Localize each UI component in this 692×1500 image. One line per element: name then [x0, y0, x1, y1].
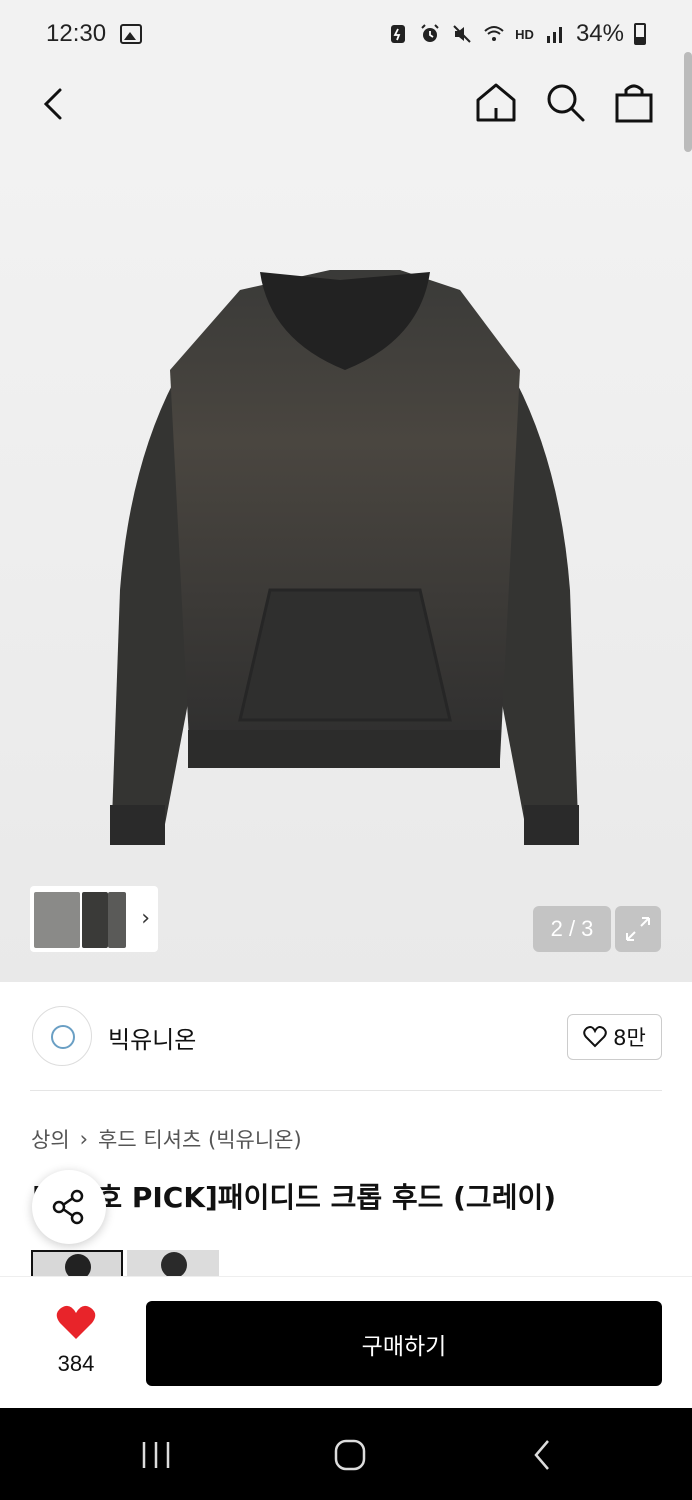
hoodie-image [110, 270, 579, 845]
share-icon[interactable] [32, 1170, 106, 1244]
home-button-icon[interactable] [330, 1438, 370, 1472]
product-image-gallery[interactable]: › 2 / 3 [0, 140, 692, 982]
breadcrumb-category[interactable]: 상의 [31, 1124, 70, 1154]
thumbnail-image[interactable] [82, 892, 108, 948]
brand-name[interactable]: 빅유니온 [108, 1020, 196, 1055]
battery-saver-icon [391, 25, 406, 43]
expand-icon[interactable] [615, 906, 661, 952]
status-time: 12:30 [46, 20, 107, 47]
back-icon[interactable] [36, 82, 76, 126]
heart-filled-icon[interactable] [56, 1305, 96, 1341]
thumbnail-strip[interactable]: › [30, 886, 158, 952]
breadcrumb: 상의 › 후드 티셔츠 (빅유니온) [31, 1124, 302, 1154]
system-navigation-bar [0, 1408, 692, 1500]
home-icon[interactable] [474, 80, 518, 124]
wish-count: 384 [57, 1351, 95, 1376]
thumbnail-image[interactable] [34, 892, 80, 948]
scrollbar[interactable] [684, 52, 692, 152]
back-button-icon[interactable] [524, 1438, 564, 1472]
brand-logo[interactable] [32, 1006, 92, 1066]
status-bar: 12:30 HD 34% [0, 0, 692, 68]
shopping-bag-icon[interactable] [612, 80, 656, 124]
breadcrumb-subcategory[interactable]: 후드 티셔츠 (빅유니온) [98, 1124, 302, 1154]
status-icons: HD 34% [387, 20, 646, 48]
top-navigation [0, 68, 692, 140]
battery-icon [634, 23, 646, 45]
chevron-right-icon: › [79, 1127, 89, 1151]
purchase-bar: 384 구매하기 [0, 1276, 692, 1408]
app-screen: 12:30 HD 34% › 2 / 3 빅유니온 8만 상의 › 후드 티셔츠… [0, 0, 692, 1500]
recent-apps-icon[interactable] [136, 1438, 176, 1472]
heart-outline-icon [583, 1026, 607, 1048]
chevron-right-icon[interactable]: › [141, 906, 150, 931]
image-counter: 2 / 3 [533, 906, 611, 952]
thumbnail-image[interactable] [108, 892, 126, 948]
brand-row[interactable]: 빅유니온 8만 [0, 982, 692, 1090]
hd-voice-label: HD [515, 26, 534, 42]
brand-like-count: 8만 [613, 1026, 646, 1050]
signal-icon [546, 27, 562, 43]
mute-icon [453, 25, 471, 43]
battery-percent: 34% [575, 20, 624, 47]
product-title: [이진호 PICK]패이디드 크롭 후드 (그레이) [32, 1181, 557, 1214]
gallery-notification-icon [120, 24, 142, 44]
search-icon[interactable] [543, 80, 587, 124]
alarm-icon [421, 24, 439, 42]
buy-button[interactable]: 구매하기 [146, 1301, 662, 1386]
wifi-icon [484, 26, 504, 41]
brand-like-button[interactable]: 8만 [567, 1014, 662, 1060]
divider [30, 1090, 662, 1091]
